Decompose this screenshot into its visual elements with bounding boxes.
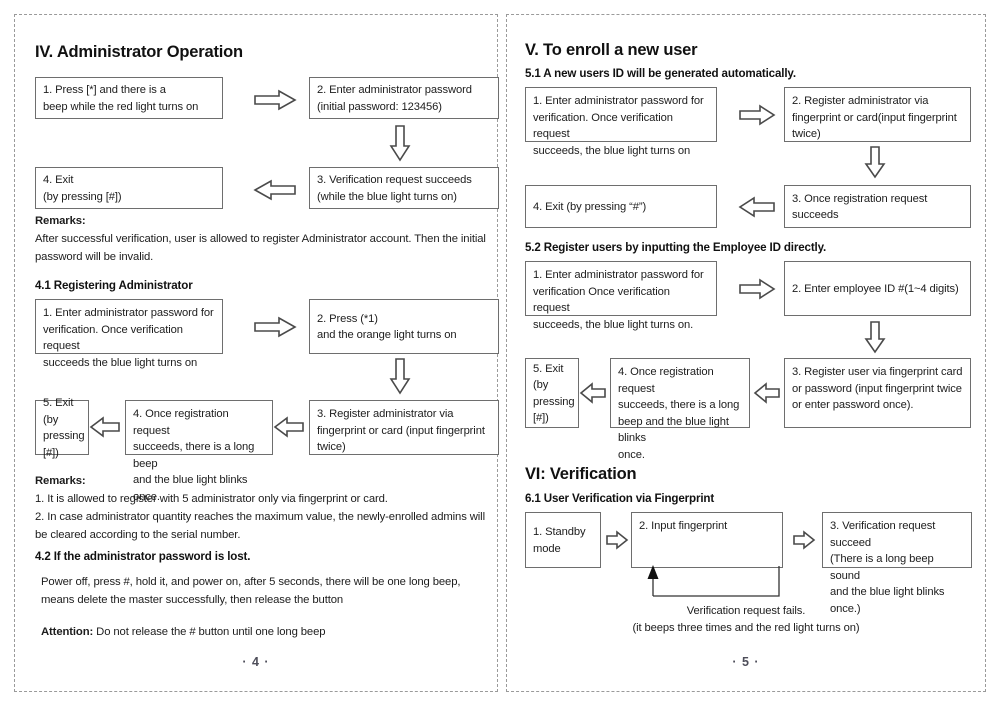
remarks-2-item-2: 2. In case administrator quantity reache… — [35, 511, 485, 541]
flow-box-iv-1-label: 1. Press [*] and there is a beep while t… — [43, 84, 199, 113]
feedback-loop-arrow-icon — [631, 563, 791, 603]
flow-box-52-1: 1. Enter administrator password for veri… — [525, 261, 717, 331]
flow-box-51-3: 3. Once registration request succeeds — [784, 185, 971, 228]
arrow-right-icon-51-1 — [738, 104, 776, 126]
remarks-2-item-1: 1. It is allowed to register with 5 admi… — [35, 493, 388, 505]
page-right: V. To enroll a new user 5.1 A new users … — [506, 14, 986, 692]
flow-box-52-4-label: 4. Once registration request succeeds, t… — [618, 366, 740, 461]
flow-box-41-3-label: 3. Register administrator via fingerprin… — [317, 408, 485, 453]
flow-box-iv-2-label: 2. Enter administrator password (initial… — [317, 84, 472, 113]
arrow-left-icon-41-1 — [273, 416, 305, 438]
remarks-block-2: Remarks: 1. It is allowed to register wi… — [35, 472, 495, 544]
arrow-down-icon-52-1 — [864, 320, 886, 354]
flow-box-41-2: 2. Press (*1) and the orange light turns… — [309, 299, 499, 354]
flow-box-61-1: 1. Standby mode — [525, 512, 601, 568]
flow-box-61-2-label: 2. Input fingerprint — [639, 520, 728, 532]
flow-box-52-3-label: 3. Register user via fingerprint card or… — [792, 366, 963, 411]
flow-box-41-5: 5. Exit (by pressing [#]) — [35, 397, 89, 459]
flow-box-51-1-label: 1. Enter administrator password for veri… — [533, 95, 704, 157]
flow-box-52-5-label: 5. Exit (by pressing [#]) — [533, 362, 575, 425]
flow-box-iv-4: 4. Exit (by pressing [#]) — [35, 167, 223, 209]
loop-caption-line-2: (it beeps three times and the red light … — [632, 622, 860, 634]
page-number-right: · 5 · — [732, 655, 760, 669]
attention-block: Attention: Do not release the # button u… — [41, 623, 496, 641]
page-title-iv: IV. Administrator Operation — [35, 43, 243, 61]
arrow-down-icon-51-1 — [864, 145, 886, 179]
flow-box-41-3: 3. Register administrator via fingerprin… — [309, 400, 499, 455]
arrow-right-icon-52-1 — [738, 278, 776, 300]
attention-body: Do not release the # button until one lo… — [93, 626, 326, 638]
page-left: IV. Administrator Operation 1. Press [*]… — [14, 14, 499, 692]
arrow-left-icon-41-2 — [89, 416, 121, 438]
flow-box-52-3: 3. Register user via fingerprint card or… — [784, 358, 971, 428]
page-title-vi: VI: Verification — [525, 465, 637, 483]
flow-box-iv-2: 2. Enter administrator password (initial… — [309, 77, 499, 119]
flow-box-iv-3-label: 3. Verification request succeeds (while … — [317, 174, 472, 203]
remarks-block-1: Remarks: After successful verification, … — [35, 212, 491, 266]
flow-box-52-5: 5. Exit (by pressing [#]) — [525, 358, 579, 428]
arrow-right-icon-41-1 — [253, 316, 297, 338]
arrow-right-icon-61-2 — [792, 530, 816, 550]
flow-box-41-5-label: 5. Exit (by pressing [#]) — [43, 397, 85, 459]
arrow-right-icon-61-1 — [605, 530, 629, 550]
flow-box-52-4: 4. Once registration request succeeds, t… — [610, 358, 750, 461]
page-number-left: · 4 · — [242, 655, 270, 669]
flow-box-51-4: 4. Exit (by pressing “#”) — [525, 185, 717, 228]
flow-box-52-1-label: 1. Enter administrator password for veri… — [533, 269, 704, 331]
flow-box-41-4: 4. Once registration request succeeds, t… — [125, 400, 273, 503]
arrow-down-icon-41-1 — [389, 357, 411, 395]
flow-box-61-3: 3. Verification request succeed (There i… — [822, 512, 972, 615]
arrow-right-icon-iv-1 — [253, 89, 297, 111]
arrow-left-icon-52-2 — [579, 382, 607, 404]
flow-box-61-2: 2. Input fingerprint — [631, 512, 783, 568]
flow-box-41-1: 1. Enter administrator password for veri… — [35, 299, 223, 369]
flow-box-51-2: 2. Register administrator via fingerprin… — [784, 87, 971, 142]
heading-5-1: 5.1 A new users ID will be generated aut… — [525, 67, 796, 80]
flow-box-41-2-label: 2. Press (*1) and the orange light turns… — [317, 312, 457, 342]
flow-box-41-1-label: 1. Enter administrator password for veri… — [43, 307, 214, 369]
flow-box-51-2-label: 2. Register administrator via fingerprin… — [792, 95, 957, 140]
flow-box-61-1-label: 1. Standby mode — [533, 526, 586, 555]
remarks-1-heading: Remarks: — [35, 215, 86, 227]
loop-caption: Verification request fails. (it beeps th… — [507, 603, 985, 637]
section-4-2-body: Power off, press #, hold it, and power o… — [41, 576, 461, 606]
arrow-down-icon-iv-1 — [389, 124, 411, 162]
flow-box-52-2: 2. Enter employee ID #(1~4 digits) — [784, 261, 971, 316]
loop-caption-line-1: Verification request fails. — [686, 605, 806, 617]
arrow-left-icon-52-1 — [753, 382, 781, 404]
heading-4-2: 4.2 If the administrator password is los… — [35, 550, 251, 563]
heading-6-1: 6.1 User Verification via Fingerprint — [525, 492, 715, 505]
flow-box-51-4-label: 4. Exit (by pressing “#”) — [533, 200, 647, 213]
flow-box-52-2-label: 2. Enter employee ID #(1~4 digits) — [792, 282, 959, 295]
arrow-left-icon-51-1 — [738, 196, 776, 218]
flow-box-iv-4-label: 4. Exit (by pressing [#]) — [43, 174, 122, 203]
page-title-v: V. To enroll a new user — [525, 41, 698, 59]
attention-label: Attention: — [41, 626, 94, 638]
heading-4-1: 4.1 Registering Administrator — [35, 279, 193, 292]
flow-box-iv-3: 3. Verification request succeeds (while … — [309, 167, 499, 209]
remarks-1-body: After successful verification, user is a… — [35, 233, 486, 263]
flow-box-51-3-label: 3. Once registration request succeeds — [792, 192, 928, 222]
flow-box-iv-1: 1. Press [*] and there is a beep while t… — [35, 77, 223, 119]
heading-5-2: 5.2 Register users by inputting the Empl… — [525, 241, 827, 254]
flow-box-51-1: 1. Enter administrator password for veri… — [525, 87, 717, 157]
arrow-left-icon-iv-1 — [253, 179, 297, 201]
remarks-2-heading: Remarks: — [35, 475, 86, 487]
